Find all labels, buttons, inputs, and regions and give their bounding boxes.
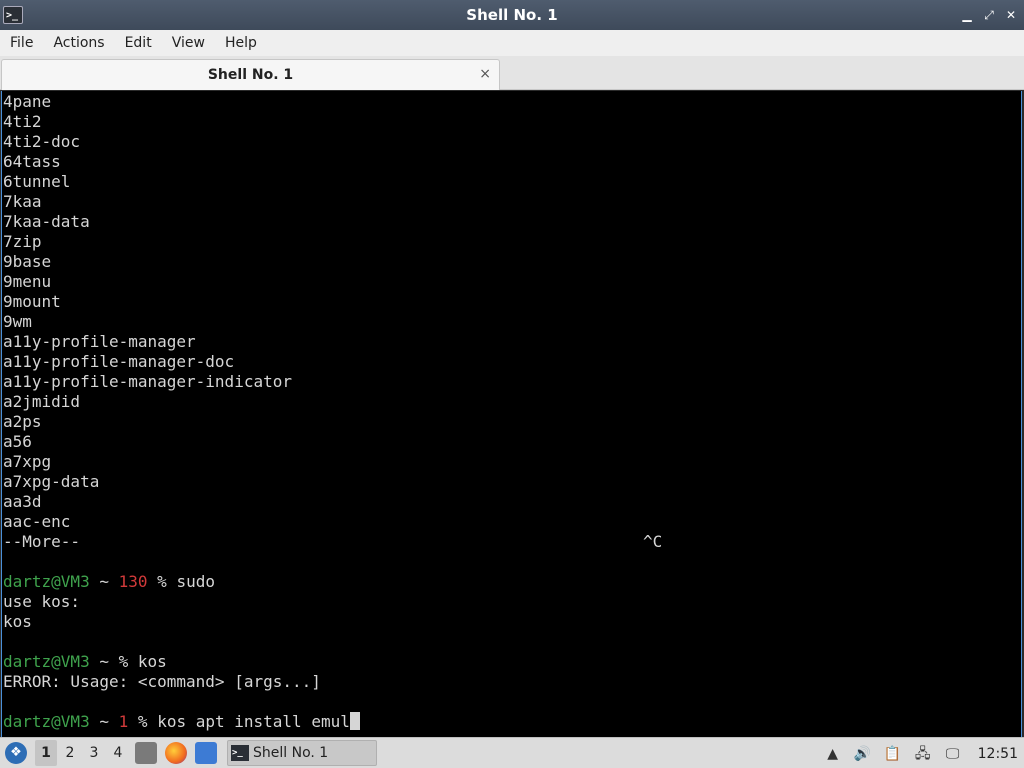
file-manager-icon[interactable] [135, 742, 157, 764]
output-line: a2jmidid [3, 392, 81, 411]
tab-bar: Shell No. 1 × [0, 56, 1024, 90]
text-cursor [349, 712, 360, 730]
output-line: a11y-profile-manager-doc [3, 352, 235, 371]
tab-close-icon[interactable]: × [479, 66, 491, 82]
workspace-2[interactable]: 2 [59, 740, 81, 766]
firefox-icon[interactable] [165, 742, 187, 764]
menu-bar: File Actions Edit View Help [0, 30, 1024, 56]
show-desktop-icon[interactable] [195, 742, 217, 764]
output-line: 4ti2-doc [3, 132, 81, 151]
command-output: 4pane 4ti2 4ti2-doc 64tass 6tunnel 7kaa 7kaa-d… [3, 92, 1021, 532]
taskbar-window-label: Shell No. 1 [253, 745, 329, 761]
close-icon[interactable]: ✕ [1004, 8, 1018, 22]
prompt-user: dartz@VM3 [3, 652, 90, 671]
menu-view[interactable]: View [162, 35, 215, 51]
notifications-icon[interactable]: 🖵 [944, 745, 962, 763]
terminal-icon: >_ [3, 6, 23, 24]
output-line: aa3d [3, 492, 42, 511]
output-line: 6tunnel [3, 172, 71, 191]
window-title: Shell No. 1 [466, 6, 558, 24]
interrupt-text: ^C [643, 532, 663, 551]
updates-icon[interactable]: ▲ [824, 745, 842, 763]
prompt-line-3: dartz@VM3 ~ 1 % kos apt install emul [3, 712, 1021, 732]
workspace-3[interactable]: 3 [83, 740, 105, 766]
output-line: a11y-profile-manager-indicator [3, 372, 292, 391]
more-prompt: --More-- [3, 532, 81, 551]
output-line: 4pane [3, 92, 52, 111]
command-text: kos [137, 652, 167, 671]
output-line: a11y-profile-manager [3, 332, 196, 351]
output-line: a7xpg-data [3, 472, 100, 491]
system-tray: ▲ 🔊 📋 🖧 🖵 12:51 [818, 738, 1024, 768]
output-line: 64tass [3, 152, 61, 171]
taskbar: ❖ 1 2 3 4 >_ Shell No. 1 ▲ 🔊 📋 🖧 🖵 12:51 [0, 737, 1024, 768]
taskbar-window-button[interactable]: >_ Shell No. 1 [227, 740, 377, 766]
output-line: kos [3, 612, 32, 631]
menu-actions[interactable]: Actions [43, 35, 114, 51]
minimize-icon[interactable]: ▁ [960, 8, 974, 22]
maximize-icon[interactable]: ⤢ [982, 8, 996, 22]
output-line: use kos: [3, 592, 81, 611]
workspace-1[interactable]: 1 [35, 740, 57, 766]
window-titlebar[interactable]: >_ Shell No. 1 ▁ ⤢ ✕ [0, 0, 1024, 30]
terminal-icon: >_ [231, 745, 249, 761]
more-line: --More-- ^C [3, 532, 1021, 552]
network-icon[interactable]: 🖧 [914, 745, 932, 763]
command-text: sudo [176, 572, 215, 591]
start-menu-icon[interactable]: ❖ [5, 742, 27, 764]
exit-status: 130 [118, 572, 148, 591]
menu-file[interactable]: File [0, 35, 43, 51]
prompt-line-1: dartz@VM3 ~ 130 % sudo [3, 572, 215, 591]
output-line: 9wm [3, 312, 32, 331]
output-line: 7zip [3, 232, 42, 251]
output-line: 4ti2 [3, 112, 42, 131]
output-line: 9base [3, 252, 52, 271]
menu-help[interactable]: Help [215, 35, 267, 51]
output-line: aac-enc [3, 512, 71, 531]
output-line: 7kaa-data [3, 212, 90, 231]
clipboard-icon[interactable]: 📋 [884, 745, 902, 763]
terminal-view[interactable]: 4pane 4ti2 4ti2-doc 64tass 6tunnel 7kaa 7kaa-d… [1, 91, 1022, 737]
volume-icon[interactable]: 🔊 [854, 745, 872, 763]
prompt-user: dartz@VM3 [3, 572, 90, 591]
output-line: 9mount [3, 292, 61, 311]
command-input[interactable]: kos apt install emul [157, 712, 350, 731]
output-line: a2ps [3, 412, 42, 431]
prompt-line-2: dartz@VM3 ~ % kos [3, 652, 167, 671]
output-line: a7xpg [3, 452, 52, 471]
clock[interactable]: 12:51 [978, 746, 1018, 762]
output-line: 7kaa [3, 192, 42, 211]
output-line: a56 [3, 432, 32, 451]
menu-edit[interactable]: Edit [115, 35, 162, 51]
prompt-user: dartz@VM3 [3, 712, 90, 731]
output-line: 9menu [3, 272, 52, 291]
exit-status: 1 [118, 712, 129, 731]
tab-shell-1[interactable]: Shell No. 1 × [1, 59, 500, 90]
workspace-4[interactable]: 4 [107, 740, 129, 766]
tab-label: Shell No. 1 [207, 67, 294, 83]
error-line: ERROR: Usage: <command> [args...] [3, 672, 321, 691]
